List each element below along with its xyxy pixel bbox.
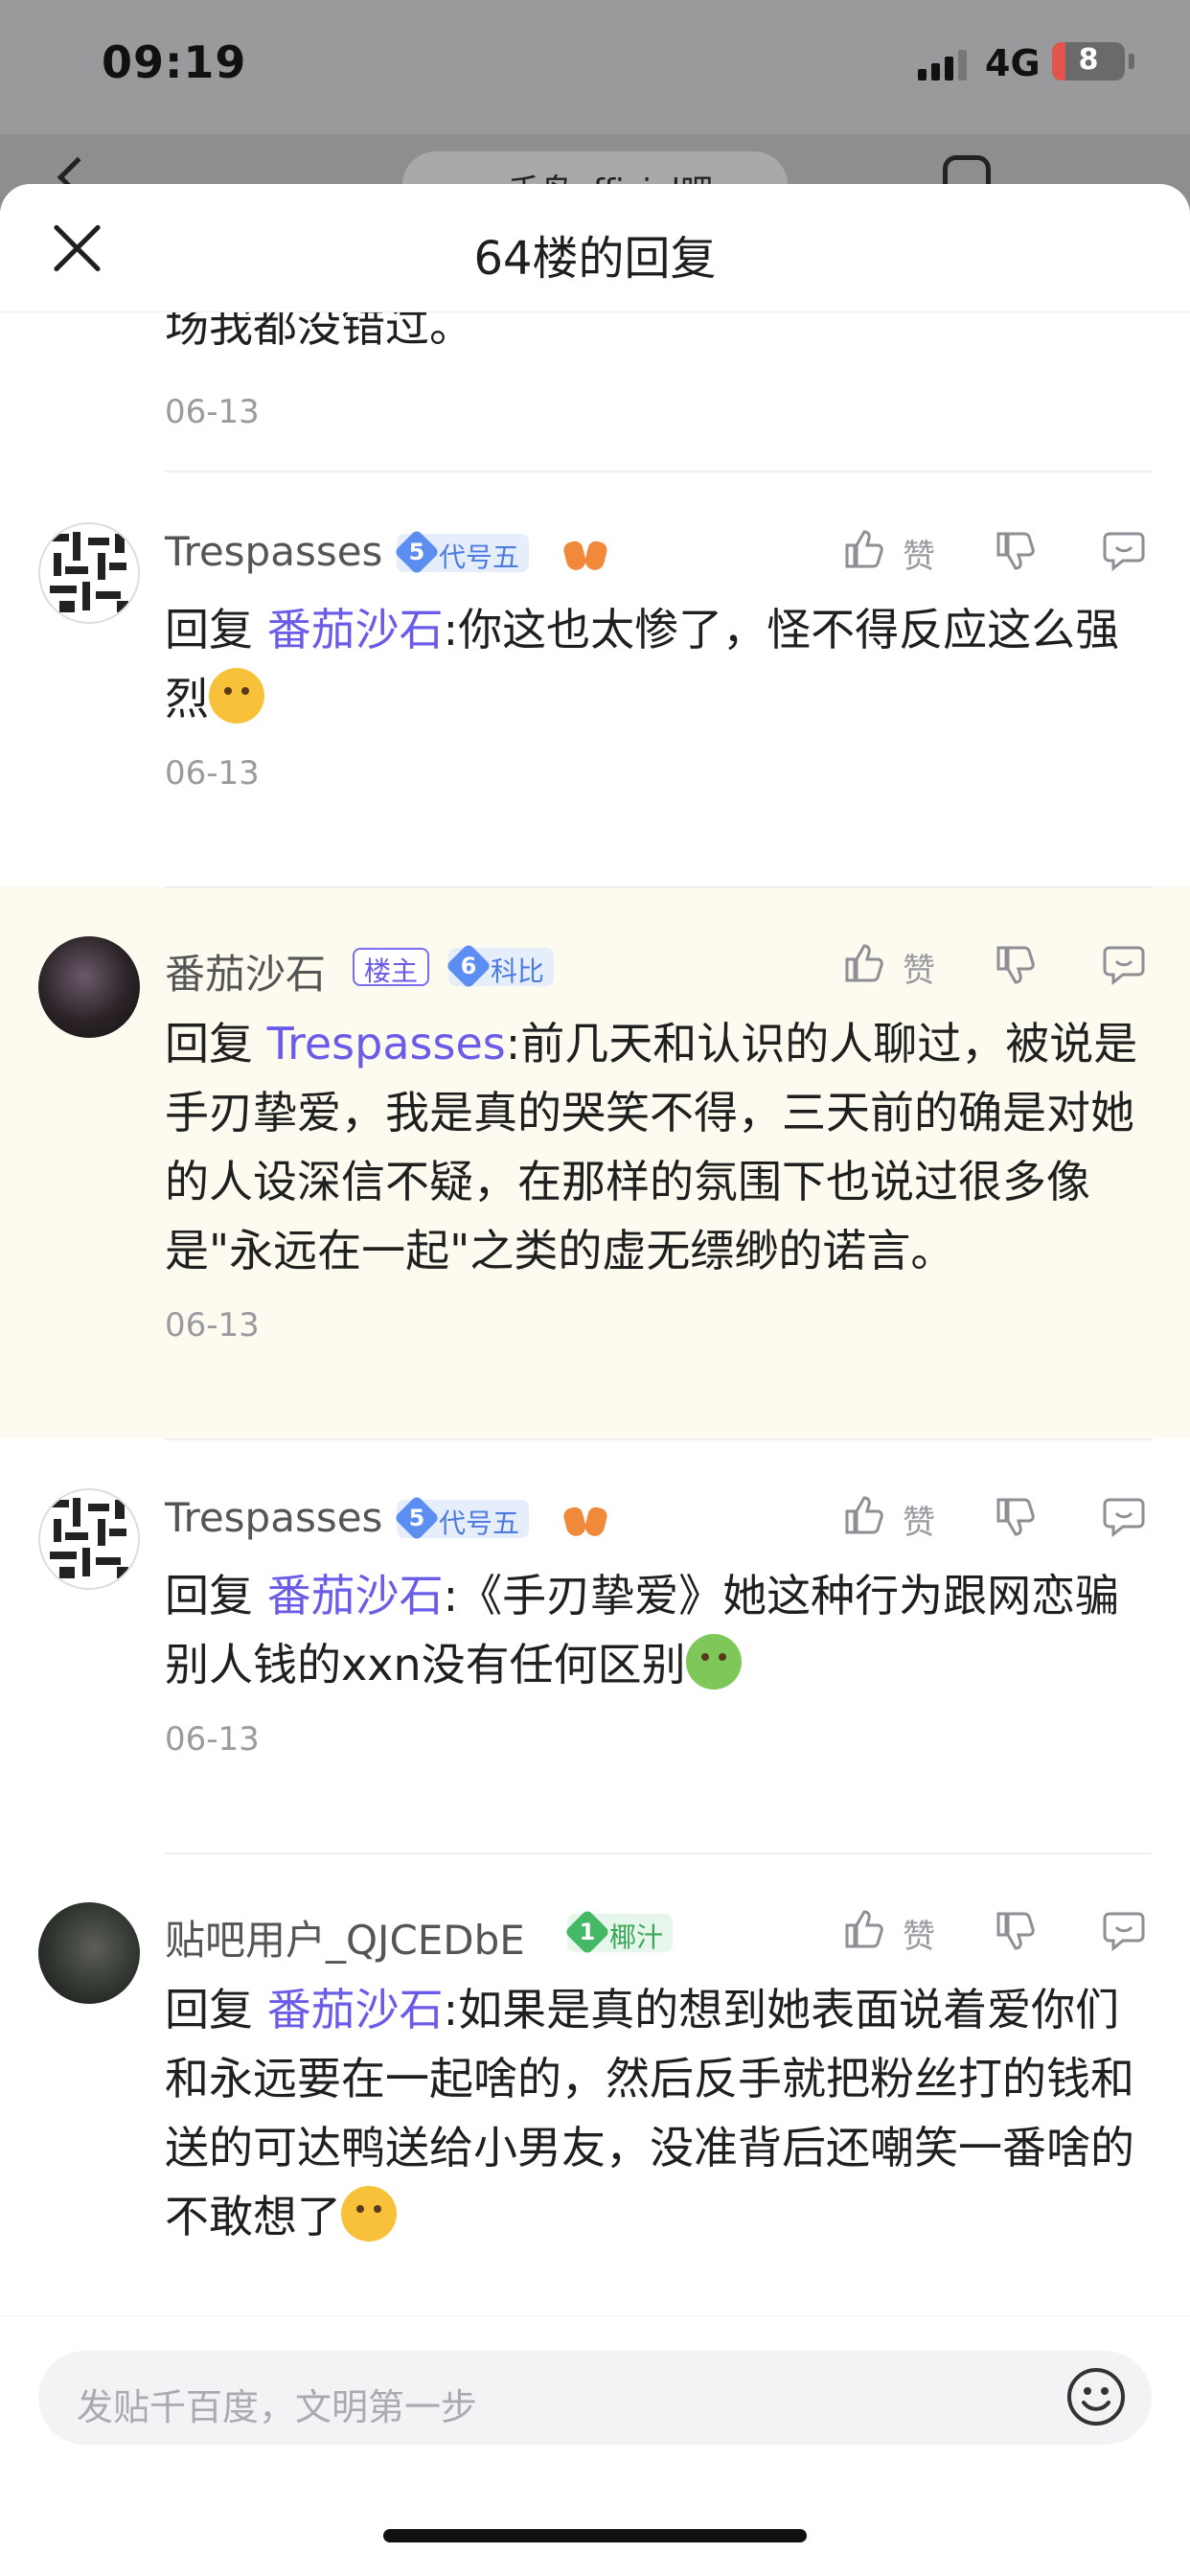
level-badge: 6 科比 xyxy=(445,942,555,990)
sheet-title: 64楼的回复 xyxy=(473,232,717,286)
thumbs-up-icon xyxy=(845,1496,883,1534)
status-bar: 09:19 4G 8 千鸟official吧 xyxy=(0,0,1190,218)
like-label: 赞 xyxy=(903,952,935,990)
bottom-bar: 发贴千百度，文明第一步 xyxy=(0,2315,1190,2576)
reply-prefix: 回复 xyxy=(165,1570,253,1622)
comment-date: 06-13 xyxy=(165,1306,260,1345)
divider xyxy=(165,1852,1152,1854)
avatar[interactable] xyxy=(38,1902,140,2004)
like-button[interactable]: 赞 xyxy=(843,528,949,576)
comment-text: 场我都没错过。 xyxy=(165,312,473,352)
divider xyxy=(165,886,1152,888)
reply-to-user[interactable]: Trespasses xyxy=(267,1018,506,1070)
sad-sweat-emoji xyxy=(209,668,264,724)
screaming-emoji xyxy=(341,2186,397,2242)
comment-date: 06-13 xyxy=(165,393,260,431)
username[interactable]: 贴吧用户_QJCEDbE xyxy=(165,1908,525,1966)
avatar[interactable] xyxy=(38,1488,140,1590)
reply-sheet: 64楼的回复 场我都没错过。 06-13 Trespasses 5 代号五 赞 xyxy=(0,184,1190,2576)
battery-icon: 8 xyxy=(1052,42,1125,80)
dislike-button[interactable] xyxy=(995,530,1042,578)
reply-prefix: 回复 xyxy=(165,604,253,656)
divider xyxy=(165,1438,1152,1440)
comment-text: 回复 番茄沙石:你这也太惨了，怪不得反应这么强烈 xyxy=(165,595,1152,733)
level-title: 代号五 xyxy=(439,541,520,573)
thumbs-down-icon xyxy=(996,1912,1035,1950)
reply-input[interactable]: 发贴千百度，文明第一步 xyxy=(38,2351,1152,2445)
username[interactable]: Trespasses xyxy=(165,1494,382,1541)
thumbs-down-icon xyxy=(996,946,1035,984)
comment-text: 回复 番茄沙石:《手刃挚爱》她这种行为跟网恋骗别人钱的xxn没有任何区别 xyxy=(165,1561,1152,1699)
like-button[interactable]: 赞 xyxy=(843,1908,949,1956)
comment-text: 回复 Trespasses:前几天和认识的人聊过，被说是手刃挚爱，我是真的哭笑不… xyxy=(165,1009,1152,1285)
emoji-icon[interactable] xyxy=(1065,2366,1127,2427)
reply-button[interactable] xyxy=(1102,1496,1150,1544)
reply-to-user[interactable]: 番茄沙石 xyxy=(267,1570,444,1622)
level-number: 5 xyxy=(408,539,425,565)
reply-prefix: 回复 xyxy=(165,1984,253,2036)
lungs-icon xyxy=(563,1502,607,1540)
battery-tip xyxy=(1129,54,1134,69)
sheet-header: 64楼的回复 xyxy=(0,184,1190,312)
avatar[interactable] xyxy=(38,936,140,1038)
list-item: Trespasses 5 代号五 赞 回复 番茄沙石:《手刃挚爱》她这种行为跟网… xyxy=(0,1438,1190,1852)
network-type: 4G xyxy=(985,42,1041,84)
status-time: 09:19 xyxy=(102,36,247,88)
dislike-button[interactable] xyxy=(995,1910,1042,1958)
dislike-button[interactable] xyxy=(995,944,1042,992)
like-button[interactable]: 赞 xyxy=(843,1494,949,1542)
comment-date: 06-13 xyxy=(165,754,260,793)
home-indicator xyxy=(383,2529,807,2542)
reply-prefix: 回复 xyxy=(165,1018,253,1070)
thumbs-up-icon xyxy=(845,530,883,568)
reply-to-user[interactable]: 番茄沙石 xyxy=(267,604,444,656)
list-item: Trespasses 5 代号五 赞 回复 番茄沙石:你这也太惨了，怪不得反应这… xyxy=(0,472,1190,886)
like-label: 赞 xyxy=(903,1504,935,1542)
level-title: 代号五 xyxy=(439,1507,520,1539)
thumbs-down-icon xyxy=(996,532,1035,570)
comment-text: 回复 番茄沙石:如果是真的想到她表面说着爱你们和永远要在一起啥的，然后反手就把粉… xyxy=(165,1975,1152,2251)
reply-list[interactable]: 场我都没错过。 06-13 Trespasses 5 代号五 赞 回复 番茄沙石… xyxy=(0,312,1190,2499)
level-badge: 5 代号五 xyxy=(393,1494,530,1542)
battery-level: 8 xyxy=(1078,43,1099,77)
dislike-button[interactable] xyxy=(995,1496,1042,1544)
thumbs-down-icon xyxy=(996,1498,1035,1536)
partial-comment: 场我都没错过。 06-13 xyxy=(165,312,1152,431)
level-number: 1 xyxy=(579,1919,596,1945)
username[interactable]: Trespasses xyxy=(165,528,382,575)
list-item: 番茄沙石 楼主 6 科比 赞 回复 Trespasses:前几天和认识的人聊过，… xyxy=(0,886,1190,1438)
avatar[interactable] xyxy=(38,522,140,624)
reply-button[interactable] xyxy=(1102,944,1150,992)
host-tag: 楼主 xyxy=(353,948,430,987)
like-button[interactable]: 赞 xyxy=(843,942,949,990)
comment-icon xyxy=(1103,946,1145,986)
comment-icon xyxy=(1103,1912,1145,1952)
signal-icon xyxy=(918,50,967,80)
reply-button[interactable] xyxy=(1102,1910,1150,1958)
comment-icon xyxy=(1103,532,1145,572)
comment-icon xyxy=(1103,1498,1145,1538)
comment-date: 06-13 xyxy=(165,1720,260,1759)
username[interactable]: 番茄沙石 xyxy=(165,942,326,1000)
level-number: 6 xyxy=(460,953,477,979)
reply-button[interactable] xyxy=(1102,530,1150,578)
lungs-icon xyxy=(563,536,607,574)
level-number: 5 xyxy=(408,1505,425,1531)
like-label: 赞 xyxy=(903,538,935,576)
level-badge: 1 椰汁 xyxy=(563,1908,674,1956)
thumbs-up-icon xyxy=(845,944,883,982)
level-title: 椰汁 xyxy=(609,1921,664,1953)
level-title: 科比 xyxy=(491,955,545,987)
input-placeholder: 发贴千百度，文明第一步 xyxy=(77,2386,478,2428)
nauseated-emoji xyxy=(685,1634,742,1690)
thumbs-up-icon xyxy=(845,1910,883,1948)
like-label: 赞 xyxy=(903,1918,935,1956)
reply-to-user[interactable]: 番茄沙石 xyxy=(267,1984,444,2036)
level-badge: 5 代号五 xyxy=(393,528,530,576)
